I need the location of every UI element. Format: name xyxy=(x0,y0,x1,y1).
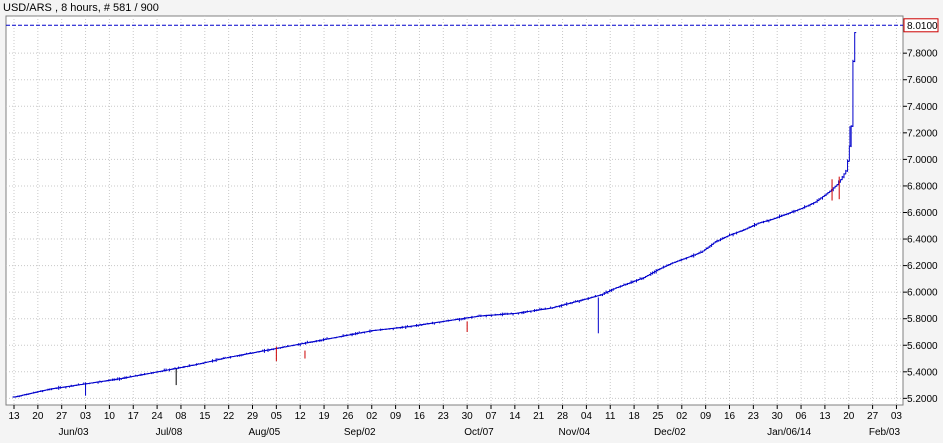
x-tick-label: 03 xyxy=(80,411,92,422)
x-tick-label: 26 xyxy=(342,411,354,422)
x-tick-label: 12 xyxy=(295,411,307,422)
x-tick-label: 03 xyxy=(891,411,903,422)
x-tick-label: 30 xyxy=(772,411,784,422)
x-tick-label: 21 xyxy=(533,411,545,422)
x-tick-label: 13 xyxy=(8,411,20,422)
x-tick-label: 13 xyxy=(819,411,831,422)
x-tick-label: 30 xyxy=(462,411,474,422)
y-tick-label: 6.8000 xyxy=(907,181,938,192)
x-tick-label: 04 xyxy=(581,411,593,422)
month-label: Jul/08 xyxy=(156,427,183,438)
x-tick-label: 10 xyxy=(104,411,116,422)
y-tick-label: 6.0000 xyxy=(907,288,938,299)
x-tick-label: 19 xyxy=(318,411,330,422)
month-label: Nov/04 xyxy=(559,427,591,438)
x-tick-label: 08 xyxy=(175,411,187,422)
x-tick-label: 25 xyxy=(652,411,664,422)
x-tick-label: 23 xyxy=(748,411,760,422)
month-label: Dec/02 xyxy=(654,427,686,438)
current-price-marker: 8.0100 xyxy=(903,18,939,33)
month-label: Oct/07 xyxy=(464,427,494,438)
x-axis: 13 20 27 03 10 17 24 08 15 22 29 05 12 19 26 02 09 16 23 30… xyxy=(8,405,902,438)
ohlc-chart: 5.2000 5.4000 5.6000 5.8000 6.0000 6.2000 6.40… xyxy=(5,15,939,438)
chart-window: USD/ARS , 8 hours, # 581 / 900 5.2000 5.4… xyxy=(0,0,943,443)
x-tick-label: 09 xyxy=(700,411,712,422)
y-tick-label: 7.0000 xyxy=(907,155,938,166)
x-tick-label: 28 xyxy=(557,411,569,422)
x-tick-label: 06 xyxy=(795,411,807,422)
y-tick-label: 5.6000 xyxy=(907,341,938,352)
month-label: Jan/06/14 xyxy=(767,427,811,438)
x-tick-label: 20 xyxy=(843,411,855,422)
x-tick-label: 15 xyxy=(199,411,211,422)
x-tick-label: 24 xyxy=(152,411,164,422)
y-tick-label: 5.8000 xyxy=(907,314,938,325)
y-tick-label: 6.4000 xyxy=(907,235,938,246)
x-tick-label: 20 xyxy=(32,411,44,422)
x-tick-label: 09 xyxy=(390,411,402,422)
x-tick-label: 07 xyxy=(485,411,497,422)
x-tick-label: 27 xyxy=(867,411,879,422)
x-tick-label: 14 xyxy=(509,411,521,422)
x-tick-label: 17 xyxy=(128,411,140,422)
x-tick-label: 29 xyxy=(247,411,259,422)
y-tick-label: 7.2000 xyxy=(907,128,938,139)
y-tick-label: 5.4000 xyxy=(907,367,938,378)
x-tick-label: 05 xyxy=(271,411,283,422)
x-tick-label: 23 xyxy=(438,411,450,422)
x-tick-label: 02 xyxy=(676,411,688,422)
month-label: Jun/03 xyxy=(59,427,89,438)
y-tick-label: 7.8000 xyxy=(907,49,938,60)
y-tick-label: 6.2000 xyxy=(907,261,938,272)
x-tick-label: 16 xyxy=(414,411,426,422)
month-label: Sep/02 xyxy=(344,427,376,438)
y-axis: 5.2000 5.4000 5.6000 5.8000 6.0000 6.2000 6.40… xyxy=(903,49,938,405)
y-tick-label: 7.4000 xyxy=(907,102,938,113)
x-tick-label: 22 xyxy=(223,411,235,422)
x-tick-label: 27 xyxy=(56,411,68,422)
y-tick-label: 7.6000 xyxy=(907,75,938,86)
y-tick-label: 6.6000 xyxy=(907,208,938,219)
current-price-label: 8.0100 xyxy=(907,21,938,32)
x-tick-label: 16 xyxy=(724,411,736,422)
month-label: Aug/05 xyxy=(248,427,280,438)
y-tick-label: 5.2000 xyxy=(907,394,938,405)
month-label: Feb/03 xyxy=(869,427,901,438)
x-tick-label: 11 xyxy=(605,411,616,422)
plot-area xyxy=(5,15,904,406)
x-tick-label: 18 xyxy=(629,411,641,422)
x-tick-label: 02 xyxy=(366,411,378,422)
